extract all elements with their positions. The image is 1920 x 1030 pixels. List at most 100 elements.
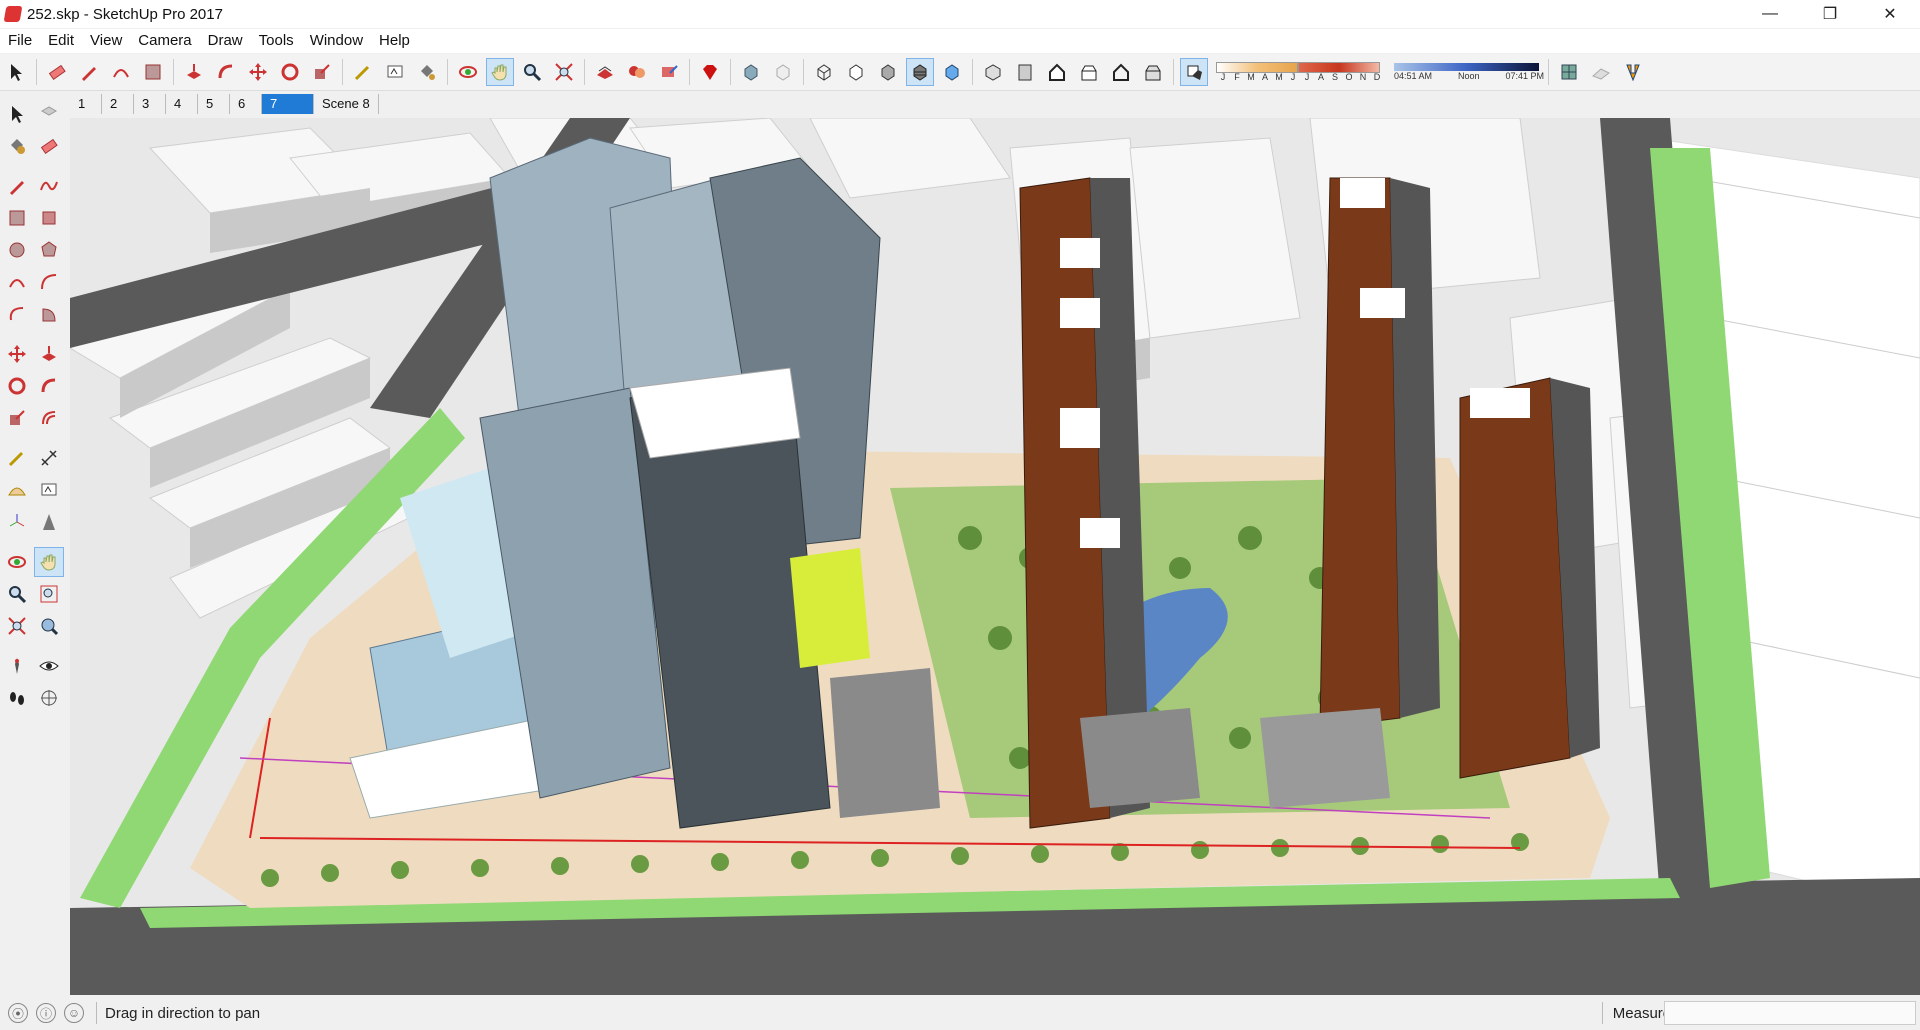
xray-style-button[interactable]	[737, 58, 765, 86]
toggle-terrain-button[interactable]	[1587, 58, 1615, 86]
shaded-button[interactable]	[874, 58, 902, 86]
shadows-toggle-button[interactable]	[1180, 58, 1208, 86]
circle-tool-button[interactable]	[2, 235, 32, 265]
arc-tool-button[interactable]	[2, 267, 32, 297]
zoom-extents-button[interactable]	[550, 58, 578, 86]
warehouse-button[interactable]	[591, 58, 619, 86]
zoom-tool-button[interactable]	[2, 579, 32, 609]
minimize-button[interactable]: —	[1740, 0, 1800, 28]
iso-view-button[interactable]	[979, 58, 1007, 86]
push-pull-tool-button[interactable]	[34, 339, 64, 369]
back-edges-button[interactable]	[769, 58, 797, 86]
eraser-tool-button[interactable]	[43, 58, 71, 86]
eraser-tool-button[interactable]	[34, 131, 64, 161]
menu-draw[interactable]: Draw	[200, 29, 251, 53]
scene-tab-active[interactable]: 7	[262, 94, 314, 114]
shaded-with-textures-button[interactable]	[906, 58, 934, 86]
select-tool-button[interactable]	[2, 99, 32, 129]
shadow-time-panel[interactable]: 04:51 AM Noon 07:41 PM	[1394, 63, 1544, 81]
rectangle-tool-button[interactable]	[139, 58, 167, 86]
scene-tab[interactable]: Scene 8	[314, 94, 379, 114]
monochrome-button[interactable]	[938, 58, 966, 86]
scene-tab[interactable]: 1	[70, 94, 102, 114]
text-tool-button[interactable]	[381, 58, 409, 86]
menu-tools[interactable]: Tools	[251, 29, 302, 53]
two-point-arc-tool-button[interactable]	[34, 267, 64, 297]
follow-me-tool-button[interactable]	[34, 371, 64, 401]
shadow-date-panel[interactable]: J F M A M J J A S O N D	[1216, 62, 1384, 82]
look-around-button[interactable]	[34, 651, 64, 681]
dimension-tool-button[interactable]	[34, 443, 64, 473]
extension-warehouse-button[interactable]	[696, 58, 724, 86]
three-point-arc-tool-button[interactable]	[2, 299, 32, 329]
3d-text-tool-button[interactable]	[34, 507, 64, 537]
make-component-button[interactable]	[34, 99, 64, 129]
tape-measure-tool-button[interactable]	[2, 443, 32, 473]
position-camera-button[interactable]	[2, 651, 32, 681]
menu-help[interactable]: Help	[371, 29, 418, 53]
orbit-tool-button[interactable]	[454, 58, 482, 86]
scene-tab[interactable]: 5	[198, 94, 230, 114]
scene-tab[interactable]: 2	[102, 94, 134, 114]
share-model-button[interactable]	[655, 58, 683, 86]
scene-tab[interactable]: 3	[134, 94, 166, 114]
zoom-extents-button[interactable]	[2, 611, 32, 641]
hidden-line-button[interactable]	[842, 58, 870, 86]
close-button[interactable]: ✕	[1860, 0, 1920, 28]
rotate-tool-button[interactable]	[2, 371, 32, 401]
menu-view[interactable]: View	[82, 29, 130, 53]
paint-bucket-tool-button[interactable]	[2, 131, 32, 161]
scale-tool-button[interactable]	[308, 58, 336, 86]
line-tool-button[interactable]	[2, 171, 32, 201]
add-location-button[interactable]	[1555, 58, 1583, 86]
maximize-button[interactable]: ❐	[1800, 0, 1860, 28]
menu-edit[interactable]: Edit	[40, 29, 82, 53]
shadow-time-slider[interactable]	[1394, 63, 1539, 71]
line-tool-button[interactable]	[75, 58, 103, 86]
axes-tool-button[interactable]	[2, 507, 32, 537]
paint-bucket-tool-button[interactable]	[413, 58, 441, 86]
pan-tool-button[interactable]	[34, 547, 64, 577]
move-tool-button[interactable]	[244, 58, 272, 86]
back-view-button[interactable]	[1107, 58, 1135, 86]
components-button[interactable]	[623, 58, 651, 86]
wireframe-button[interactable]	[810, 58, 838, 86]
offset-tool-button[interactable]	[34, 403, 64, 433]
top-view-button[interactable]	[1011, 58, 1039, 86]
user-account-icon[interactable]: ☺	[64, 1003, 84, 1023]
menu-window[interactable]: Window	[302, 29, 371, 53]
pie-tool-button[interactable]	[34, 299, 64, 329]
shadow-month-slider[interactable]	[1216, 62, 1384, 73]
geo-location-icon[interactable]: ⦿	[8, 1003, 28, 1023]
scene-tab[interactable]: 6	[230, 94, 262, 114]
menu-file[interactable]: File	[0, 29, 40, 53]
polygon-tool-button[interactable]	[34, 235, 64, 265]
previous-view-button[interactable]	[34, 611, 64, 641]
walk-tool-button[interactable]	[2, 683, 32, 713]
follow-me-tool-button[interactable]	[212, 58, 240, 86]
photo-texture-button[interactable]	[1619, 58, 1647, 86]
protractor-tool-button[interactable]	[2, 475, 32, 505]
scene-tab[interactable]: 4	[166, 94, 198, 114]
rotated-rectangle-tool-button[interactable]	[34, 203, 64, 233]
pan-tool-button[interactable]	[486, 58, 514, 86]
rotate-tool-button[interactable]	[276, 58, 304, 86]
section-plane-button[interactable]	[34, 683, 64, 713]
front-view-button[interactable]	[1043, 58, 1071, 86]
text-tool-button[interactable]	[34, 475, 64, 505]
scale-tool-button[interactable]	[2, 403, 32, 433]
rectangle-tool-button[interactable]	[2, 203, 32, 233]
orbit-tool-button[interactable]	[2, 547, 32, 577]
move-tool-button[interactable]	[2, 339, 32, 369]
push-pull-tool-button[interactable]	[180, 58, 208, 86]
credits-icon[interactable]: ⓘ	[36, 1003, 56, 1023]
arc-tool-button[interactable]	[107, 58, 135, 86]
model-viewport[interactable]	[70, 118, 1920, 995]
menu-camera[interactable]: Camera	[130, 29, 199, 53]
measurements-input[interactable]	[1664, 1001, 1916, 1025]
freehand-tool-button[interactable]	[34, 171, 64, 201]
right-view-button[interactable]	[1075, 58, 1103, 86]
left-view-button[interactable]	[1139, 58, 1167, 86]
tape-measure-tool-button[interactable]	[349, 58, 377, 86]
zoom-tool-button[interactable]	[518, 58, 546, 86]
